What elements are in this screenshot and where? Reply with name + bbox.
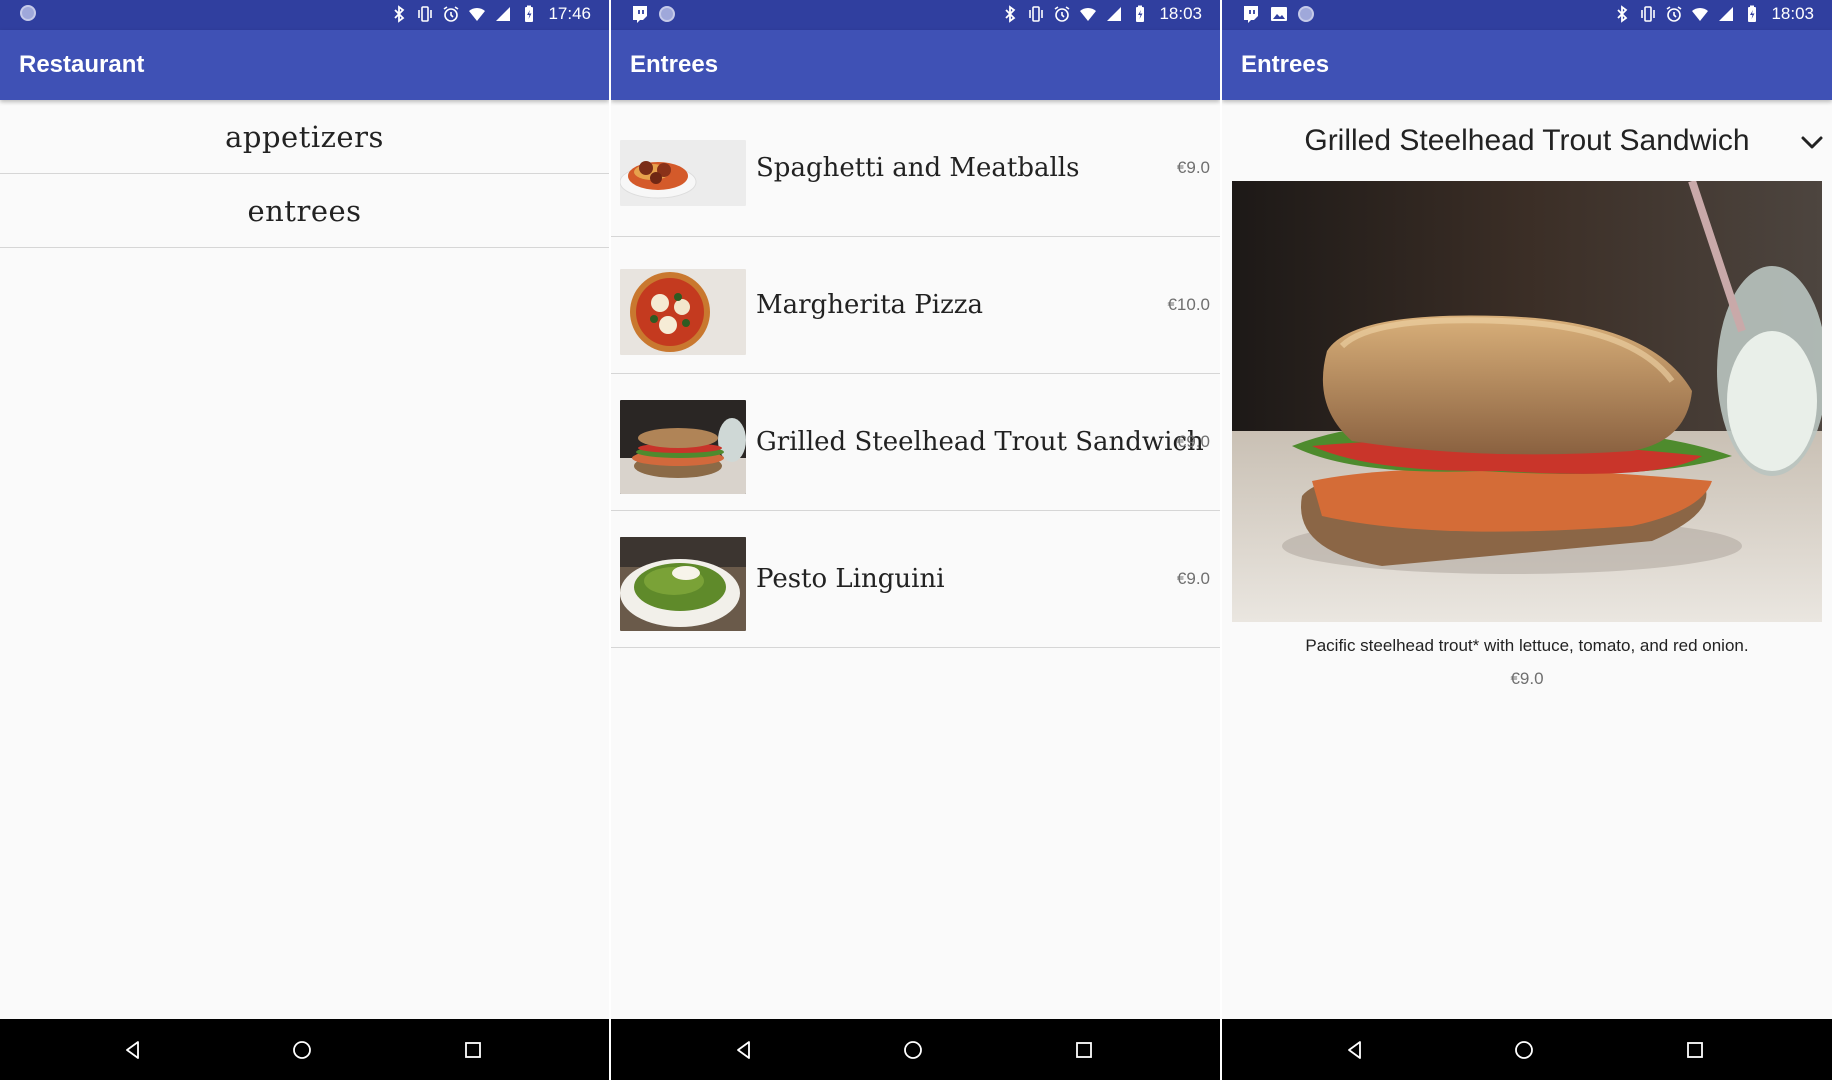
recents-icon[interactable] [1684,1039,1706,1061]
alarm-icon [444,6,459,22]
screens-container: 17:46 Restaurant appetizers entrees 18:0… [0,0,1832,1080]
menu-item-name: Spaghetti and Meatballs [756,153,1080,183]
wifi-icon [1080,7,1097,21]
status-bar: 18:03 [611,0,1220,30]
home-icon[interactable] [291,1039,313,1061]
recents-icon[interactable] [462,1039,484,1061]
back-icon[interactable] [733,1039,755,1061]
nav-bar [1222,1019,1832,1080]
cell-signal-icon [496,7,511,21]
wifi-icon [469,7,486,21]
alarm-icon [1055,6,1070,22]
battery-icon [1136,5,1145,22]
menu-item-name: Pesto Linguini [756,564,945,594]
category-label: appetizers [225,119,384,154]
menu-list: Spaghetti and Meatballs €9.0 Margherita … [611,100,1220,1019]
battery-icon [525,5,534,22]
sandwich-photo [1232,181,1822,622]
status-bar: 17:46 [0,0,609,30]
category-item-appetizers[interactable]: appetizers [0,100,609,174]
menu-item-name: Margherita Pizza [756,290,983,320]
app-bar: Restaurant [0,30,609,100]
app-bar-title: Entrees [1241,51,1330,78]
app-bar: Entrees [611,30,1220,100]
notification-dot-icon [20,5,36,21]
nav-bar [0,1019,609,1080]
category-label: entrees [247,193,362,228]
status-time: 18:03 [1159,4,1202,23]
twitch-icon [633,6,647,23]
twitch-icon [1244,6,1258,23]
app-bar: Entrees [1222,30,1832,100]
detail-title: Grilled Steelhead Trout Sandwich [1304,124,1750,157]
spaghetti-photo [620,140,746,206]
status-bar: 18:03 [1222,0,1832,30]
menu-item-pesto-linguini[interactable]: Pesto Linguini €9.0 [611,511,1220,648]
item-detail: Grilled Steelhead Trout Sandwich Pacific… [1222,100,1832,1019]
alarm-icon [1667,6,1682,22]
sandwich-photo [620,400,746,494]
vibrate-icon [1029,6,1044,22]
chevron-down-icon[interactable] [1798,128,1826,156]
app-bar-title: Restaurant [19,51,145,78]
cell-signal-icon [1107,7,1122,21]
notification-dot-icon [1298,6,1314,22]
detail-price: €9.0 [1510,669,1544,688]
menu-item-margherita[interactable]: Margherita Pizza €10.0 [611,237,1220,374]
phone-screen-restaurant: 17:46 Restaurant appetizers entrees [0,0,609,1080]
menu-item-price: €9.0 [1176,569,1210,588]
vibrate-icon [1641,6,1656,22]
vibrate-icon [418,6,433,22]
phone-screen-entrees-list: 18:03 Entrees Spaghetti and Meatballs €9… [611,0,1220,1080]
menu-item-price: €9.0 [1176,158,1210,177]
back-icon[interactable] [1344,1039,1366,1061]
category-list: appetizers entrees [0,100,609,1019]
cell-signal-icon [1719,7,1734,21]
pesto-photo [620,537,746,631]
recents-icon[interactable] [1073,1039,1095,1061]
phone-screen-item-detail: 18:03 Entrees Grilled Steelhead Trout Sa… [1222,0,1832,1080]
status-time: 17:46 [548,4,591,23]
nav-bar [611,1019,1220,1080]
menu-item-trout-sandwich[interactable]: Grilled Steelhead Trout Sandwich €9.0 [611,374,1220,511]
menu-item-price: €9.0 [1176,432,1210,451]
battery-icon [1748,5,1757,22]
wifi-icon [1692,7,1709,21]
menu-item-spaghetti[interactable]: Spaghetti and Meatballs €9.0 [611,100,1220,237]
pizza-photo [620,269,746,355]
detail-description: Pacific steelhead trout* with lettuce, t… [1305,636,1749,655]
bluetooth-icon [394,5,405,23]
detail-header: Grilled Steelhead Trout Sandwich [1222,118,1832,168]
home-icon[interactable] [1513,1039,1535,1061]
app-bar-title: Entrees [630,51,719,78]
menu-item-price: €10.0 [1167,295,1210,314]
bluetooth-icon [1005,5,1016,23]
bluetooth-icon [1617,5,1628,23]
category-item-entrees[interactable]: entrees [0,174,609,248]
back-icon[interactable] [122,1039,144,1061]
notification-dot-icon [659,6,675,22]
image-icon [1271,7,1287,21]
status-time: 18:03 [1771,4,1814,23]
menu-item-name: Grilled Steelhead Trout Sandwich [756,427,1204,457]
home-icon[interactable] [902,1039,924,1061]
